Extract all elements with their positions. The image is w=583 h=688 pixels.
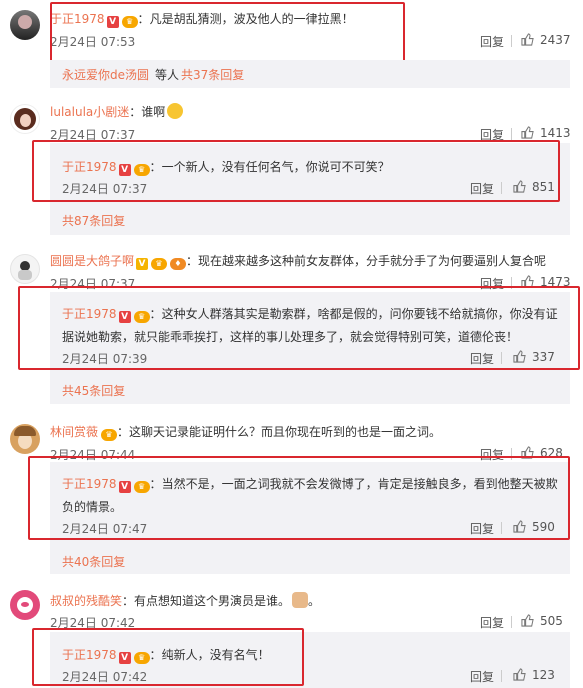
- username[interactable]: 林间赏薇: [50, 425, 98, 439]
- avatar[interactable]: [10, 590, 40, 620]
- thumbs-up-icon: [513, 668, 526, 681]
- highlight-box: [18, 286, 580, 370]
- fan-badge-icon: ♛: [151, 258, 168, 270]
- reply-button[interactable]: 回复: [470, 668, 494, 685]
- divider: [511, 616, 512, 628]
- comment-text: 有点想知道这个男演员是谁。: [134, 594, 291, 608]
- avatar[interactable]: [10, 424, 40, 454]
- summary-text: 等人: [155, 68, 180, 82]
- reply-summary-line: 永远爱你de汤圆 等人 共37条回复: [62, 66, 244, 83]
- thumbs-up-icon: [521, 614, 534, 627]
- comment-line: 叔叔的残酷笑：有点想知道这个男演员是谁。。: [50, 592, 321, 608]
- level-badge-icon: ♦: [170, 258, 187, 270]
- summary-user-link[interactable]: 永远爱你de汤圆: [62, 68, 149, 82]
- highlight-box: [32, 140, 560, 202]
- comment-line: lulalula小剧迷：谁啊: [50, 103, 184, 120]
- highlight-box: [28, 456, 570, 540]
- like-count: 2437: [540, 33, 571, 47]
- reply-button[interactable]: 回复: [480, 614, 504, 631]
- like-count: 123: [532, 668, 555, 682]
- like-button[interactable]: 1413: [521, 126, 571, 140]
- like-button[interactable]: 2437: [521, 33, 571, 47]
- highlight-box: [32, 628, 304, 686]
- avatar[interactable]: [10, 104, 40, 134]
- view-replies-link[interactable]: 共40条回复: [62, 553, 125, 570]
- view-replies-link[interactable]: 共45条回复: [62, 382, 125, 399]
- thumbs-up-icon: [521, 126, 534, 139]
- comment-text: 现在越来越多这种前女友群体，分手就分手了为何要逼别人复合呢: [198, 254, 547, 268]
- comment-line: 圆圆是大鸽子啊 V ♛ ♦ ：现在越来越多这种前女友群体，分手就分手了为何要逼别人复合呢: [50, 254, 547, 270]
- divider: [511, 128, 512, 140]
- view-replies-link[interactable]: 共37条回复: [181, 68, 244, 82]
- avatar[interactable]: [10, 254, 40, 284]
- verified-badge-icon: V: [136, 258, 149, 270]
- cat-emoji-icon: [292, 592, 309, 608]
- reply-button[interactable]: 回复: [480, 33, 504, 50]
- fan-badge-icon: ♛: [101, 429, 118, 441]
- username[interactable]: 叔叔的残酷笑: [50, 594, 122, 608]
- username[interactable]: 圆圆是大鸽子啊: [50, 254, 134, 268]
- comment-text: 谁啊: [141, 105, 166, 119]
- comment-line: 林间赏薇 ♛ ：这聊天记录能证明什么？而且你现在听到的也是一面之词。: [50, 425, 442, 441]
- highlight-box: [50, 2, 405, 64]
- avatar[interactable]: [10, 10, 40, 40]
- like-button[interactable]: 123: [513, 668, 555, 682]
- comment-text: 这聊天记录能证明什么？而且你现在听到的也是一面之词。: [129, 425, 442, 439]
- view-replies-link[interactable]: 共87条回复: [62, 212, 125, 229]
- thumbs-up-icon: [521, 33, 534, 46]
- divider: [501, 670, 502, 682]
- divider: [511, 35, 512, 47]
- like-count: 1413: [540, 126, 571, 140]
- like-button[interactable]: 505: [521, 614, 563, 628]
- smile-emoji-icon: [167, 103, 184, 119]
- username[interactable]: lulalula小剧迷: [50, 105, 129, 119]
- like-count: 505: [540, 614, 563, 628]
